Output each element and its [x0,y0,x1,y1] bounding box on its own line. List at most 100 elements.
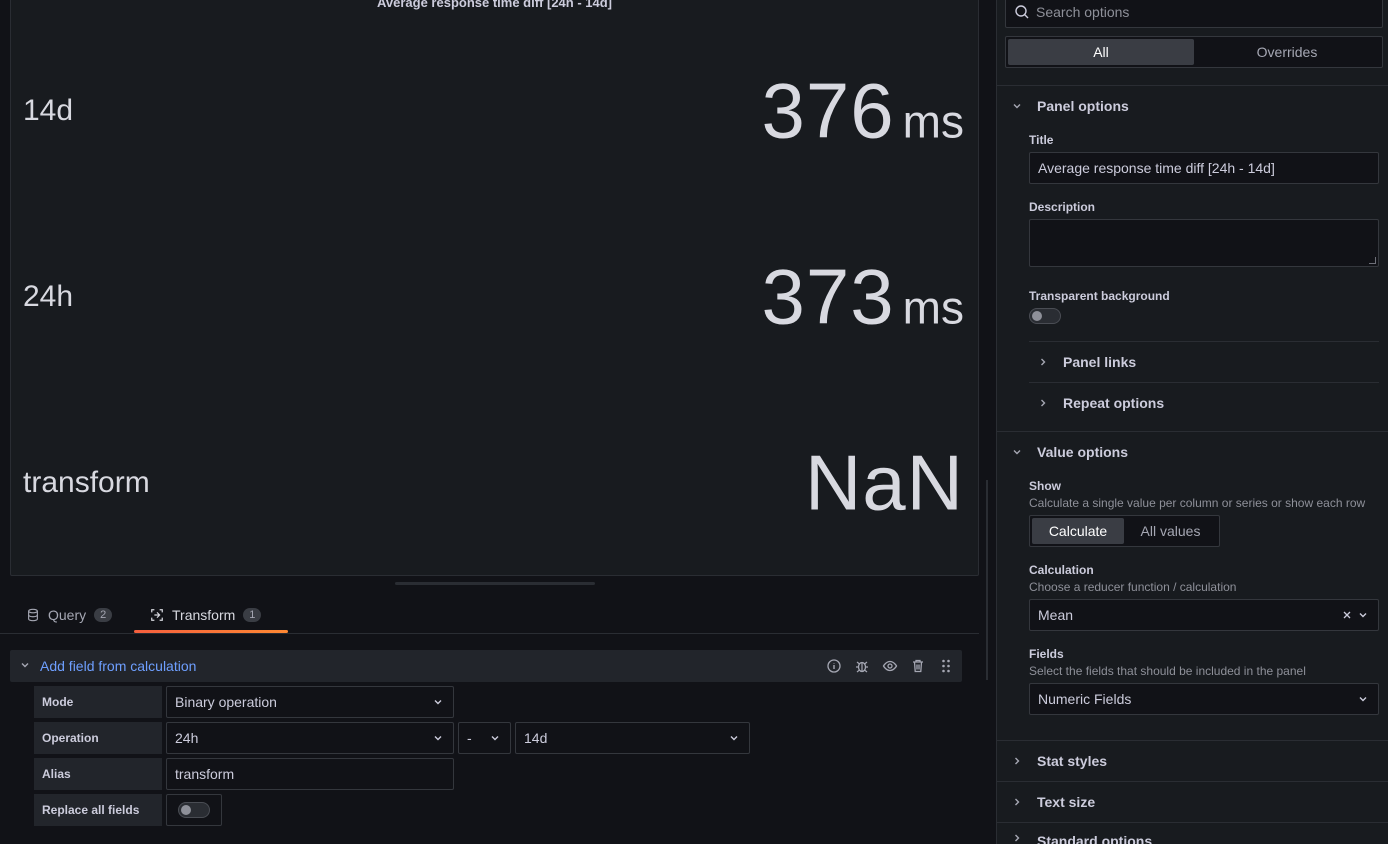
fields-select[interactable]: Numeric Fields [1029,683,1379,715]
eye-icon[interactable] [882,658,898,674]
database-icon [28,608,38,621]
section-label: Standard options [1037,833,1153,844]
chevron-down-icon [997,101,1037,111]
calculation-label: Calculation [1029,563,1094,577]
alias-label: Alias [34,758,162,790]
chevron-down-icon [997,447,1037,457]
section-label: Value options [1037,443,1129,460]
title-input[interactable]: Average response time diff [24h - 14d] [1029,152,1379,184]
mode-value: Binary operation [175,694,277,710]
section-label: Stat styles [1037,752,1108,769]
replace-all-fields-container [166,794,222,826]
operation-left-value: 24h [175,730,199,746]
calculation-value: Mean [1038,607,1074,623]
stat-number: 376 [761,66,895,155]
operator-select[interactable]: - [458,722,511,754]
panel-title: Average response time diff [24h - 14d] [376,0,613,10]
mode-label: Mode [34,686,162,718]
tab-query[interactable]: Query 2 [10,596,128,633]
stat-name: transform [23,466,150,499]
chevron-right-icon [997,833,1037,843]
chevron-down-icon [1359,697,1367,702]
bug-icon[interactable] [854,658,870,674]
operation-left-select[interactable]: 24h [166,722,454,754]
chevron-down-icon [434,736,442,741]
calculation-select[interactable]: Mean [1029,599,1379,631]
tab-transform[interactable]: Transform 1 [134,596,288,633]
section-text-size[interactable]: Text size [997,781,1388,821]
fields-value: Numeric Fields [1038,691,1132,707]
section-label: Text size [1037,793,1096,810]
search-options-input[interactable] [1036,4,1366,20]
search-icon [1015,5,1029,19]
operation-label: Operation [34,722,162,754]
info-icon[interactable] [826,658,842,674]
transformation-header[interactable]: Add field from calculation [10,650,962,682]
operation-right-select[interactable]: 14d [515,722,750,754]
chevron-down-icon[interactable] [10,660,40,673]
close-icon[interactable] [1342,610,1352,620]
show-all-values-option[interactable]: All values [1124,518,1217,544]
chevron-right-icon [997,797,1037,807]
transformation-actions [826,650,954,682]
options-scope-toggle: All Overrides [1005,36,1383,68]
section-label: Panel links [1063,353,1137,370]
search-options-box[interactable] [1005,0,1383,28]
replace-all-fields-label: Replace all fields [34,794,162,826]
stat-number: 373 [761,252,895,341]
show-description: Calculate a single value per column or s… [1029,496,1366,510]
section-label: Repeat options [1063,394,1165,411]
description-textarea[interactable] [1029,219,1379,267]
transformations-editor: Add field from calculation Mode Binary o… [0,635,979,844]
chevron-down-icon [1359,613,1367,618]
section-value-options[interactable]: Value options [997,431,1388,471]
stat-value: NaN [805,438,964,529]
stat-name: 24h [23,280,74,313]
section-panel-options[interactable]: Panel options [997,85,1388,125]
operator-value: - [467,730,472,746]
transparent-background-toggle[interactable] [1029,308,1061,324]
show-label: Show [1029,479,1061,493]
section-stat-styles[interactable]: Stat styles [997,740,1388,780]
stat-name: 14d [23,94,74,127]
alias-input[interactable]: transform [166,758,454,790]
transformation-title[interactable]: Add field from calculation [40,658,196,674]
operation-right-value: 14d [524,730,548,746]
title-input-value: Average response time diff [24h - 14d] [1038,160,1275,176]
replace-all-fields-toggle[interactable] [178,802,210,818]
options-pane: All Overrides Panel options Title Averag… [996,0,1388,844]
editor-tabs: Query 2 Transform 1 [0,596,979,634]
section-panel-links[interactable]: Panel links [1029,341,1379,381]
mode-select[interactable]: Binary operation [166,686,454,718]
resize-handle[interactable] [395,582,595,585]
tab-count-badge: 1 [243,607,262,622]
transparent-background-label: Transparent background [1029,289,1170,303]
fields-description: Select the fields that should be include… [1029,664,1306,678]
chevron-down-icon [491,736,499,741]
panel-editor: Average response time diff [24h - 14d] 1… [0,0,1388,844]
tab-count-badge: 2 [94,607,113,622]
show-calculate-option[interactable]: Calculate [1032,518,1124,544]
stat-panel-preview: Average response time diff [24h - 14d] 1… [10,0,979,576]
stat-value: 376 ms [762,66,964,157]
description-label: Description [1029,200,1096,214]
calculation-description: Choose a reducer function / calculation [1029,580,1237,594]
show-mode-toggle: Calculate All values [1029,515,1220,547]
pane-splitter[interactable] [986,480,988,680]
tab-label: Query [48,606,87,623]
alias-value: transform [175,766,235,782]
drag-handle-icon[interactable] [938,658,954,674]
tab-overrides[interactable]: Overrides [1194,39,1380,65]
chevron-down-icon [730,736,738,741]
fields-label: Fields [1029,647,1064,661]
trash-icon[interactable] [910,658,926,674]
section-standard-options[interactable]: Standard options [997,822,1388,844]
title-label: Title [1029,133,1054,147]
transform-icon [151,608,163,621]
section-repeat-options[interactable]: Repeat options [1029,382,1379,422]
stat-value: 373 ms [762,252,964,343]
stat-row-14d: 14d 376 ms [23,61,964,161]
tab-all[interactable]: All [1008,39,1194,65]
chevron-down-icon [434,700,442,705]
stat-unit: ms [902,281,964,334]
